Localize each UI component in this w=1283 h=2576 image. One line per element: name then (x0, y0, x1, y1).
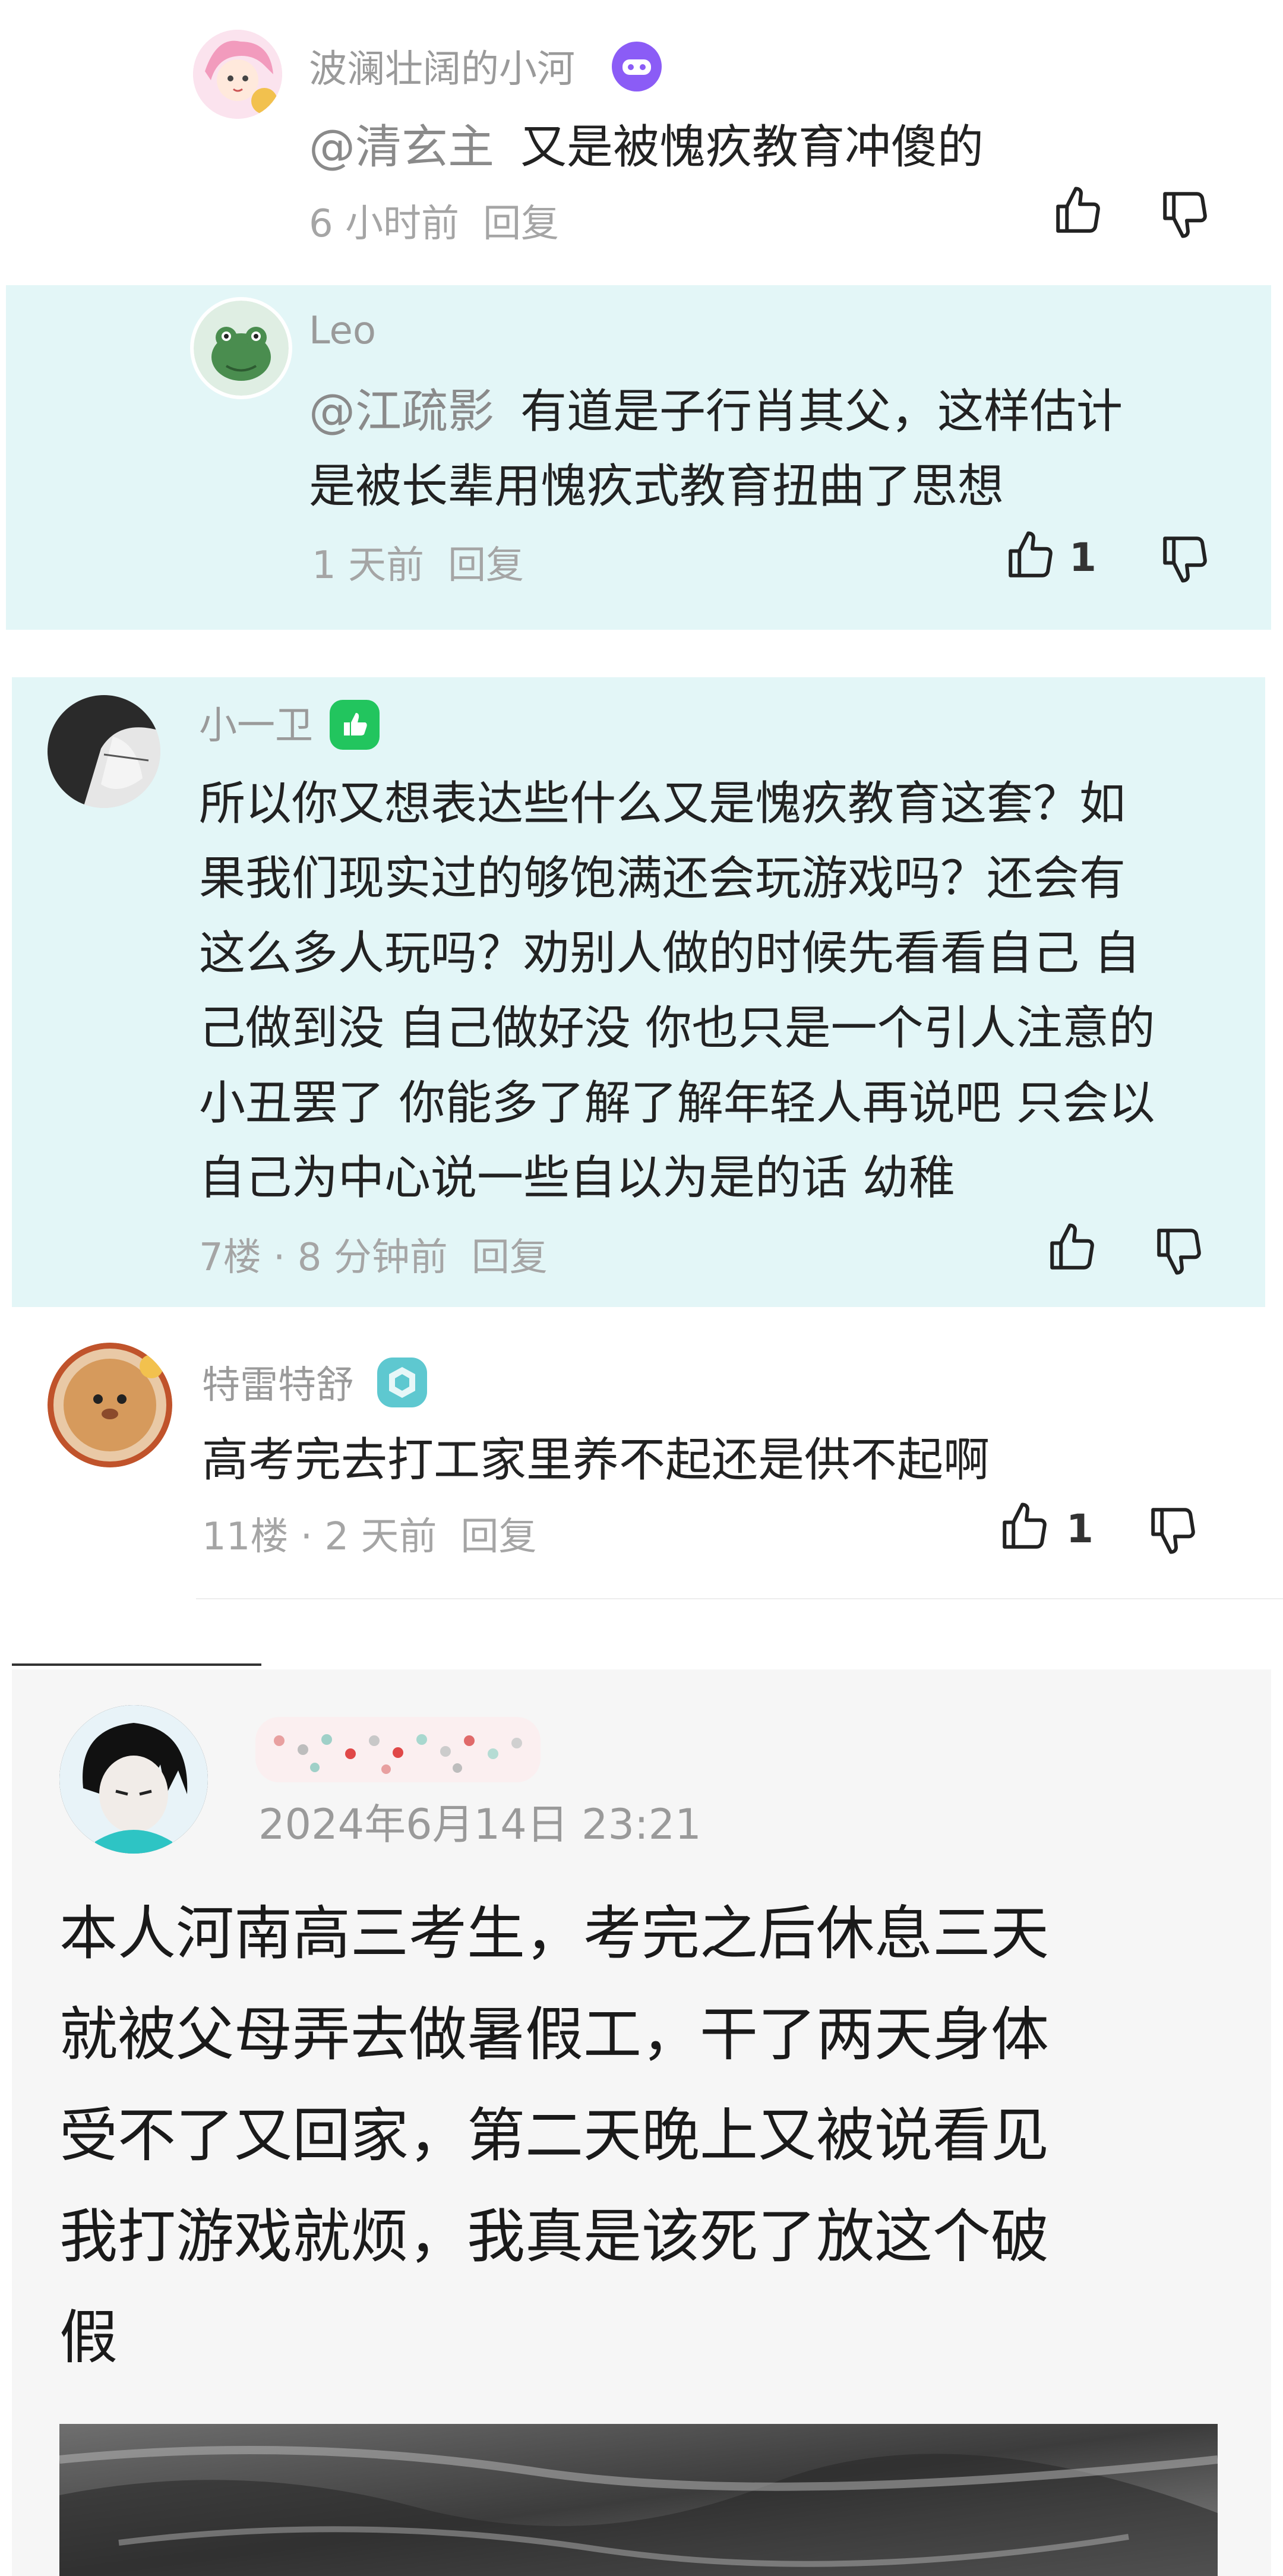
game-badge-icon (612, 42, 662, 91)
like-count: 1 (1069, 535, 1096, 580)
comment-4: 特雷特舒 高考完去打工家里养不起还是供不起啊 11楼 · 2 天前 回复 1 (0, 1313, 1283, 1669)
timestamp: 1 天前 (312, 544, 425, 588)
post-body: 本人河南高三考生，考完之后休息三天 就被父母弄去做暑假工，干了两天身体 受不了又… (59, 1900, 1050, 2372)
comment-meta: 6 小时前 回复 (309, 193, 559, 248)
mention-link[interactable]: @清玄主 (309, 121, 494, 174)
thumb-up-icon[interactable] (1045, 1221, 1099, 1274)
post-image[interactable] (59, 2424, 1218, 2576)
post-date: 2024年6月14日 23:21 (258, 1800, 701, 1849)
avatar[interactable] (193, 30, 282, 119)
level-badge-icon (377, 1358, 427, 1407)
comment-body: @清玄主 又是被愧疚教育冲傻的 (309, 121, 984, 174)
comment-meta: 1 天前 回复 (312, 535, 524, 589)
reply-button[interactable]: 回复 (461, 1515, 537, 1559)
floor-timestamp: 7楼 · 8 分钟前 (199, 1236, 448, 1280)
avatar[interactable] (48, 1343, 172, 1467)
comment-body: @江疏影 有道是子行肖其父，这样估计 是被长辈用愧疚式教育扭曲了思想 (309, 385, 1123, 513)
level-badge-icon (330, 700, 380, 750)
thumb-up-icon[interactable] (998, 1500, 1051, 1554)
reply-button[interactable]: 回复 (472, 1236, 548, 1280)
comment-3: 小一卫 所以你又想表达些什么又是愧疚教育这套？如 果我们现实过的够饱满还会玩游戏… (12, 677, 1265, 1307)
comment-author[interactable]: Leo (309, 309, 376, 353)
mention-link[interactable]: @江疏影 (309, 385, 494, 438)
avatar[interactable] (48, 695, 160, 808)
thumb-up-icon[interactable] (1051, 184, 1105, 238)
comment-body: 高考完去打工家里养不起还是供不起啊 (202, 1434, 990, 1487)
comment-author[interactable]: 波澜壮阔的小河 (309, 39, 575, 93)
comment-2: Leo @江疏影 有道是子行肖其父，这样估计 是被长辈用愧疚式教育扭曲了思想 1 … (6, 285, 1271, 630)
like-count: 1 (1066, 1506, 1094, 1552)
post-divider-line (12, 1663, 261, 1666)
thumb-down-icon[interactable] (1158, 187, 1212, 241)
embedded-post: 2024年6月14日 23:21 本人河南高三考生，考完之后休息三天 就被父母弄… (12, 1669, 1271, 2576)
avatar[interactable] (59, 1705, 208, 1854)
comment-author[interactable]: 特雷特舒 (202, 1355, 354, 1409)
avatar[interactable] (190, 297, 292, 399)
divider (196, 1598, 1283, 1599)
comment-body: 所以你又想表达些什么又是愧疚教育这套？如 果我们现实过的够饱满还会玩游戏吗？还会… (199, 777, 1155, 1205)
comment-meta: 7楼 · 8 分钟前 回复 (199, 1227, 548, 1281)
timestamp: 6 小时前 (309, 202, 460, 246)
thumb-down-icon[interactable] (1152, 1224, 1206, 1277)
reply-button[interactable]: 回复 (483, 202, 559, 246)
comment-meta: 11楼 · 2 天前 回复 (202, 1506, 537, 1561)
comment-author[interactable]: 小一卫 (199, 695, 313, 750)
blurred-username (255, 1717, 541, 1782)
comment-1: 波澜壮阔的小河 @清玄主 又是被愧疚教育冲傻的 6 小时前 回复 (0, 0, 1283, 279)
thumb-down-icon[interactable] (1158, 532, 1212, 585)
reply-button[interactable]: 回复 (448, 544, 524, 588)
thumb-down-icon[interactable] (1146, 1503, 1200, 1557)
floor-timestamp: 11楼 · 2 天前 (202, 1515, 437, 1559)
thumb-up-icon[interactable] (1004, 529, 1057, 582)
